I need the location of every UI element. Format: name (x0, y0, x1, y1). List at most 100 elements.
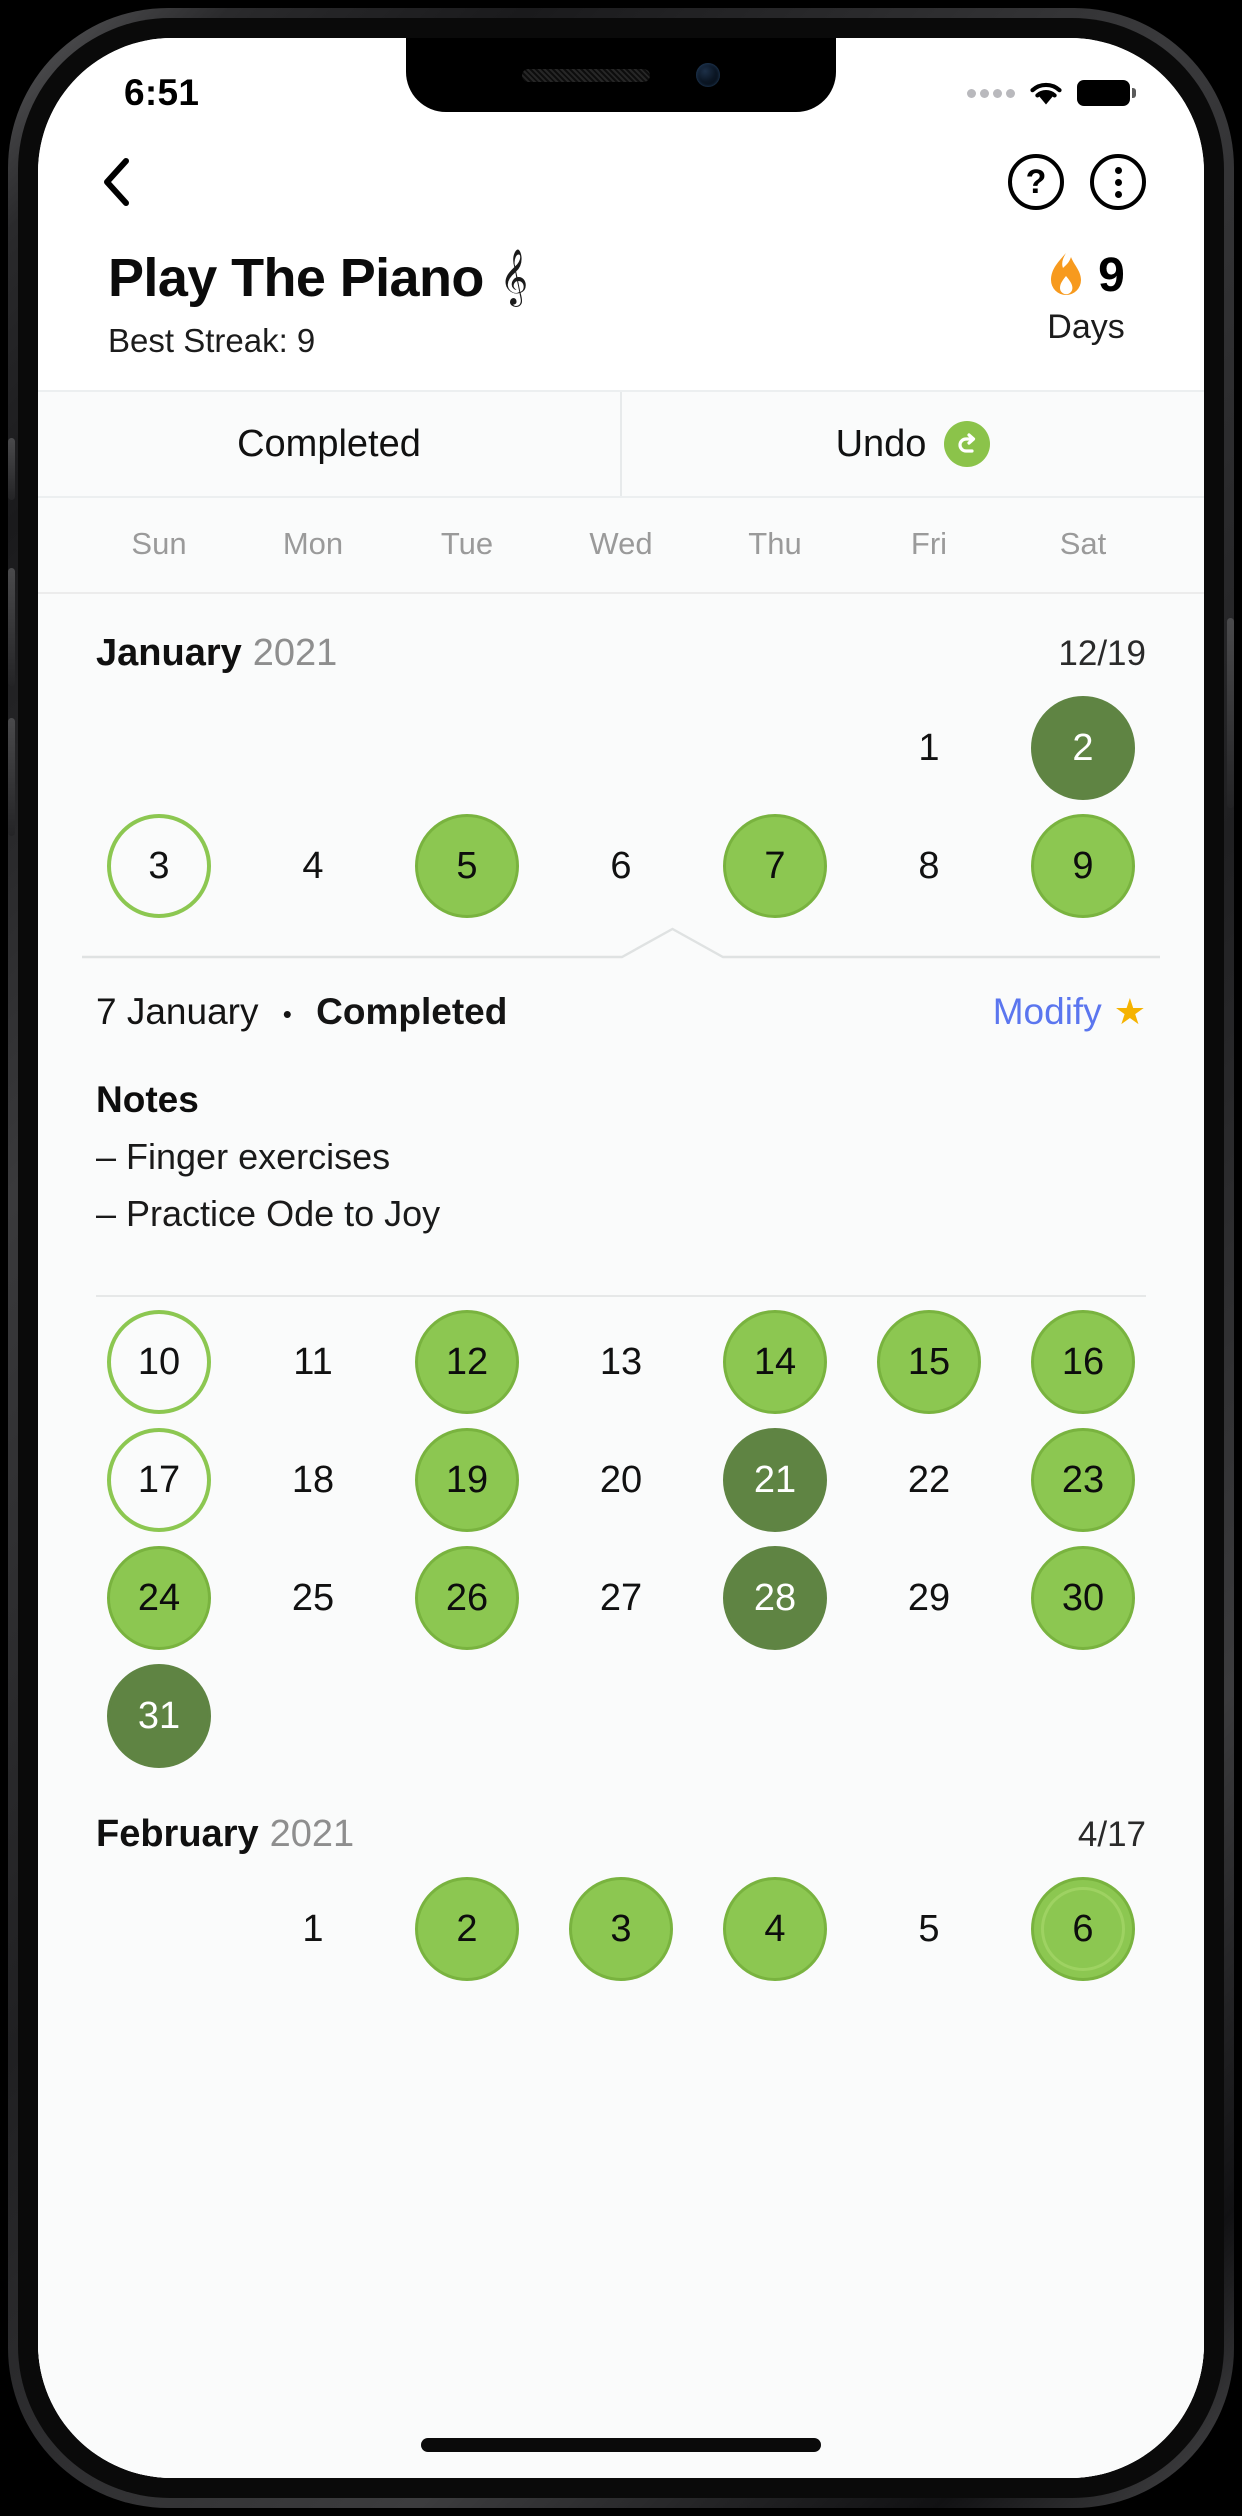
day-cell[interactable]: 4 (723, 1877, 827, 1982)
more-vertical-circle-icon[interactable] (1090, 154, 1146, 210)
habit-title-group: Play The Piano 𝄞 Best Streak: 9 (108, 246, 528, 360)
day-cell[interactable]: 6 (569, 814, 673, 918)
day-cell[interactable]: 26 (415, 1546, 519, 1651)
silent-switch[interactable] (8, 438, 15, 500)
day-detail-panel: 7 January • Completed Modify ★ Notes – F… (82, 925, 1160, 1303)
nav-actions: ? (1008, 154, 1146, 210)
detail-status: Completed (316, 991, 508, 1033)
day-cell (569, 1664, 673, 1768)
help-circle-icon[interactable]: ? (1008, 154, 1064, 210)
power-button[interactable] (1227, 618, 1234, 808)
day-cell[interactable]: 31 (107, 1664, 211, 1769)
streak-top-row: 9 (1026, 252, 1146, 300)
month-year: 2021 (269, 1813, 355, 1856)
day-cell[interactable]: 19 (415, 1428, 519, 1533)
best-streak-label: Best Streak: 9 (108, 322, 316, 360)
day-cell[interactable]: 12 (415, 1310, 519, 1415)
day-cell[interactable]: 25 (261, 1546, 365, 1650)
note-item: – Finger exercises (96, 1136, 391, 1178)
day-cell[interactable]: 18 (261, 1428, 365, 1532)
undo-arrow-icon (944, 421, 991, 468)
day-cell (107, 696, 211, 800)
front-camera (696, 63, 720, 87)
week-row: 17 18 19 20 21 22 23 (82, 1421, 1160, 1539)
month-name: January (96, 632, 242, 675)
day-cell[interactable]: 14 (723, 1310, 827, 1415)
day-cell[interactable]: 27 (569, 1546, 673, 1650)
detail-pointer-line (82, 928, 1160, 959)
day-cell[interactable]: 22 (877, 1428, 981, 1532)
volume-up-button[interactable] (8, 568, 15, 686)
home-indicator[interactable] (421, 2438, 821, 2452)
day-cell[interactable]: 2 (415, 1877, 519, 1982)
day-cell (877, 1664, 981, 1768)
week-row: 1 2 3 4 5 6 (82, 1870, 1160, 1988)
day-cell[interactable]: 5 (877, 1877, 981, 1981)
day-cell[interactable]: 3 (107, 814, 211, 919)
flame-icon (1047, 252, 1085, 300)
day-cell[interactable]: 1 (261, 1877, 365, 1981)
day-cell[interactable]: 4 (261, 814, 365, 918)
weekday-mon: Mon (282, 526, 344, 562)
page-title: Play The Piano 𝄞 (108, 248, 528, 308)
streak-unit-label: Days (1047, 308, 1125, 346)
week-row: 3 4 5 6 7 8 9 (82, 807, 1160, 925)
week-row: 1 2 (82, 689, 1160, 807)
day-cell[interactable]: 21 (723, 1428, 827, 1533)
day-cell (723, 696, 827, 800)
weekday-sat: Sat (1059, 526, 1107, 562)
week-row: 31 (82, 1657, 1160, 1775)
day-cell[interactable]: 23 (1031, 1428, 1135, 1533)
phone-frame: 6:51 ? Play The Piano 𝄞 Best Streak: 9 9… (8, 8, 1234, 2508)
day-cell[interactable]: 2 (1031, 696, 1135, 801)
week-row: 10 11 12 13 14 15 16 (82, 1303, 1160, 1421)
day-cell[interactable]: 10 (107, 1310, 211, 1415)
day-cell[interactable]: 17 (107, 1428, 211, 1533)
day-cell[interactable]: 11 (261, 1310, 365, 1414)
volume-down-button[interactable] (8, 718, 15, 836)
modify-button[interactable]: Modify ★ (993, 991, 1146, 1033)
weekday-tue: Tue (440, 526, 494, 562)
tab-undo[interactable]: Undo (620, 392, 1204, 497)
day-cell (723, 1664, 827, 1768)
tab-completed-label: Completed (237, 422, 421, 465)
back-chevron-icon[interactable] (100, 156, 134, 208)
day-cell[interactable]: 15 (877, 1310, 981, 1415)
day-cell[interactable]: 3 (569, 1877, 673, 1982)
day-cell[interactable]: 5 (415, 814, 519, 919)
detail-date-status: 7 January • Completed (96, 991, 507, 1033)
notes-heading: Notes (96, 1079, 199, 1121)
weekday-wed: Wed (589, 526, 653, 562)
day-cell[interactable]: 13 (569, 1310, 673, 1414)
detail-date: 7 January (96, 991, 259, 1033)
day-cell-today[interactable]: 6 (1031, 1877, 1135, 1982)
wifi-icon (1028, 80, 1064, 107)
month-year: 2021 (252, 632, 338, 675)
day-cell[interactable]: 28 (723, 1546, 827, 1651)
more-dots (1114, 166, 1122, 198)
calendar-scroll-area[interactable]: January 2021 12/19 1 2 3 4 5 6 7 8 9 7 J… (38, 594, 1204, 2478)
day-cell-selected[interactable]: 7 (723, 814, 827, 919)
day-cell[interactable]: 29 (877, 1546, 981, 1650)
month-section-january: January 2021 12/19 1 2 3 4 5 6 7 8 9 7 J… (82, 594, 1160, 1775)
month-title: January 2021 (96, 632, 337, 675)
habit-header: Play The Piano 𝄞 Best Streak: 9 9 Days (38, 234, 1204, 360)
streak-counter: 9 Days (1026, 246, 1146, 347)
tab-completed[interactable]: Completed (38, 392, 620, 496)
day-cell[interactable]: 24 (107, 1546, 211, 1651)
day-cell[interactable]: 20 (569, 1428, 673, 1532)
earpiece-speaker (522, 68, 650, 82)
day-cell[interactable]: 1 (877, 696, 981, 800)
day-cell[interactable]: 8 (877, 814, 981, 918)
month-completion-count: 12/19 (1058, 634, 1146, 674)
detail-header-row: 7 January • Completed Modify ★ (96, 965, 1146, 1041)
day-cell[interactable]: 16 (1031, 1310, 1135, 1415)
weekday-thu: Thu (748, 526, 802, 562)
navigation-bar: ? (38, 130, 1204, 234)
battery-full-icon (1077, 80, 1136, 106)
month-header: January 2021 12/19 (82, 594, 1160, 689)
weekday-sun: Sun (131, 526, 187, 562)
day-cell[interactable]: 30 (1031, 1546, 1135, 1651)
day-cell (261, 696, 365, 800)
day-cell[interactable]: 9 (1031, 814, 1135, 919)
